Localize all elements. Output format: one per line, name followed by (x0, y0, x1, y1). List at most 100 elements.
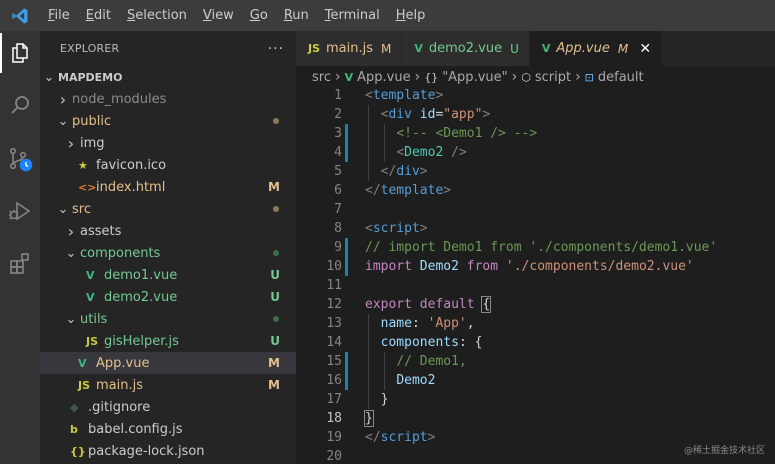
line-number: 5 (334, 164, 342, 179)
menu-bar: File Edit Selection View Go Run Terminal Help (40, 0, 433, 31)
file-type-icon: V (414, 42, 423, 55)
file-main-js[interactable]: JS main.js M (40, 374, 296, 396)
file-type-icon: JS (78, 378, 91, 392)
explorer-title: EXPLORER (60, 42, 120, 55)
folder-public[interactable]: ⌄ public (40, 110, 296, 132)
close-tab-icon[interactable]: ✕ (638, 41, 652, 57)
menu-item-help[interactable]: Help (388, 0, 434, 31)
tab-demo2-vue[interactable]: Vdemo2.vue U (402, 31, 530, 66)
code-token: default (419, 297, 475, 312)
menu-item-terminal[interactable]: Terminal (317, 0, 388, 31)
project-root-folder[interactable]: ⌄ MAPDEMO (40, 66, 296, 88)
code-token: > (443, 183, 452, 198)
git-status-badge: M (268, 180, 280, 194)
line-number: 14 (326, 335, 342, 350)
file-app-vue[interactable]: V App.vue M (40, 352, 296, 374)
code-line: 1 <template> (296, 86, 775, 105)
file-type-icon: V (86, 290, 95, 304)
line-number: 8 (334, 221, 342, 236)
breadcrumb-label: src (312, 69, 331, 85)
file-tree: › node_modules ⌄ public › img ★ favicon.ico <> in… (40, 88, 296, 462)
file-demo1-vue[interactable]: Vdemo1.vue U (40, 264, 296, 286)
breadcrumb-label: script (534, 69, 572, 85)
folder-img[interactable]: › img (40, 132, 296, 154)
code-token: "app" (443, 107, 483, 122)
breadcrumb-item[interactable]: ⊡ default (585, 70, 644, 85)
code-token: < (365, 221, 373, 236)
line-number: 7 (334, 202, 342, 217)
more-actions-icon[interactable]: ··· (268, 41, 284, 57)
menu-mnemonic: G (249, 8, 260, 23)
tree-item-label: node_modules (72, 91, 167, 107)
tree-item-label: App.vue (96, 355, 150, 371)
activity-bar (0, 31, 40, 464)
folder-node-modules[interactable]: › node_modules (40, 88, 296, 110)
tab-main-js[interactable]: JS main.js M (296, 31, 403, 66)
tab-label: App.vue (556, 41, 610, 56)
line-number: 11 (326, 278, 342, 293)
chevron-down-icon: ⌄ (57, 113, 69, 129)
menu-item-file[interactable]: File (40, 0, 78, 31)
modified-line-marker (345, 352, 348, 371)
tree-item-label: public (72, 113, 112, 129)
modified-line-marker (345, 257, 348, 276)
file-gishelper-js[interactable]: JS gisHelper.js U (40, 330, 296, 352)
code-token: Demo2 (396, 373, 436, 388)
file-favicon-ico[interactable]: ★ favicon.ico (40, 154, 296, 176)
line-number: 19 (326, 430, 342, 445)
code-token: : (411, 316, 428, 331)
code-line: 13 name: 'App', (296, 314, 775, 333)
file-babel-config-js[interactable]: b babel.config.js (40, 418, 296, 440)
chevron-right-icon: › (67, 221, 75, 241)
breadcrumb-item[interactable]: src (312, 70, 331, 85)
source-control-icon[interactable] (0, 139, 40, 179)
menu-item-go[interactable]: Go (242, 0, 276, 31)
code-token: Demo2 (404, 145, 444, 160)
tree-item-label: favicon.ico (96, 157, 167, 173)
extensions-icon[interactable] (0, 243, 40, 283)
code-editor[interactable]: 1 <template> 2 <div id="app"> 3 <!-- <Demo1… (296, 86, 775, 464)
menu-item-view[interactable]: View (195, 0, 242, 31)
breadcrumb-item[interactable]: ⬡ script (521, 70, 571, 85)
tab-app-vue[interactable]: V App.vue M ✕ (529, 31, 664, 66)
explorer-icon[interactable] (0, 33, 40, 73)
code-token: /> (451, 145, 467, 160)
title-bar: File Edit Selection View Go Run Terminal Help (0, 0, 775, 31)
code-line: 6 </template> (296, 181, 775, 200)
folder-components[interactable]: ⌄ components (40, 242, 296, 264)
file-type-icon: V (86, 268, 95, 282)
file-package-lock-json[interactable]: {} package-lock.json (40, 440, 296, 462)
code-text: </div> (365, 162, 428, 181)
breadcrumb-symbol-icon: {} (424, 70, 439, 84)
file-type-icon: b (70, 422, 78, 436)
folder-utils[interactable]: ⌄ utils (40, 308, 296, 330)
menu-mnemonic: V (202, 8, 212, 23)
folder-src[interactable]: ⌄ src (40, 198, 296, 220)
code-token: } (365, 392, 389, 407)
file-index-html[interactable]: <> index.html M (40, 176, 296, 198)
breadcrumb-label: "App.vue" (442, 69, 508, 85)
breadcrumb-item[interactable]: V App.vue (345, 70, 411, 85)
code-text: <Demo2 /> (365, 143, 467, 162)
git-status-badge: M (617, 41, 629, 56)
folder-assets[interactable]: › assets (40, 220, 296, 242)
search-icon[interactable] (0, 85, 40, 125)
file--gitignore[interactable]: ◆ .gitignore (40, 396, 296, 418)
breadcrumb-symbol-icon: ⬡ (521, 70, 531, 84)
run-debug-icon[interactable] (0, 191, 40, 231)
code-token: div (396, 164, 420, 179)
menu-item-run[interactable]: Run (276, 0, 317, 31)
line-number: 1 (334, 88, 342, 103)
file-demo2-vue[interactable]: Vdemo2.vue U (40, 286, 296, 308)
line-number: 10 (326, 259, 342, 274)
code-token: > (419, 221, 428, 236)
breadcrumb-item[interactable]: {} "App.vue" (424, 70, 507, 85)
menu-item-edit[interactable]: Edit (78, 0, 119, 31)
menu-item-selection[interactable]: Selection (119, 0, 195, 31)
tab-label: demo2.vue (428, 41, 503, 56)
